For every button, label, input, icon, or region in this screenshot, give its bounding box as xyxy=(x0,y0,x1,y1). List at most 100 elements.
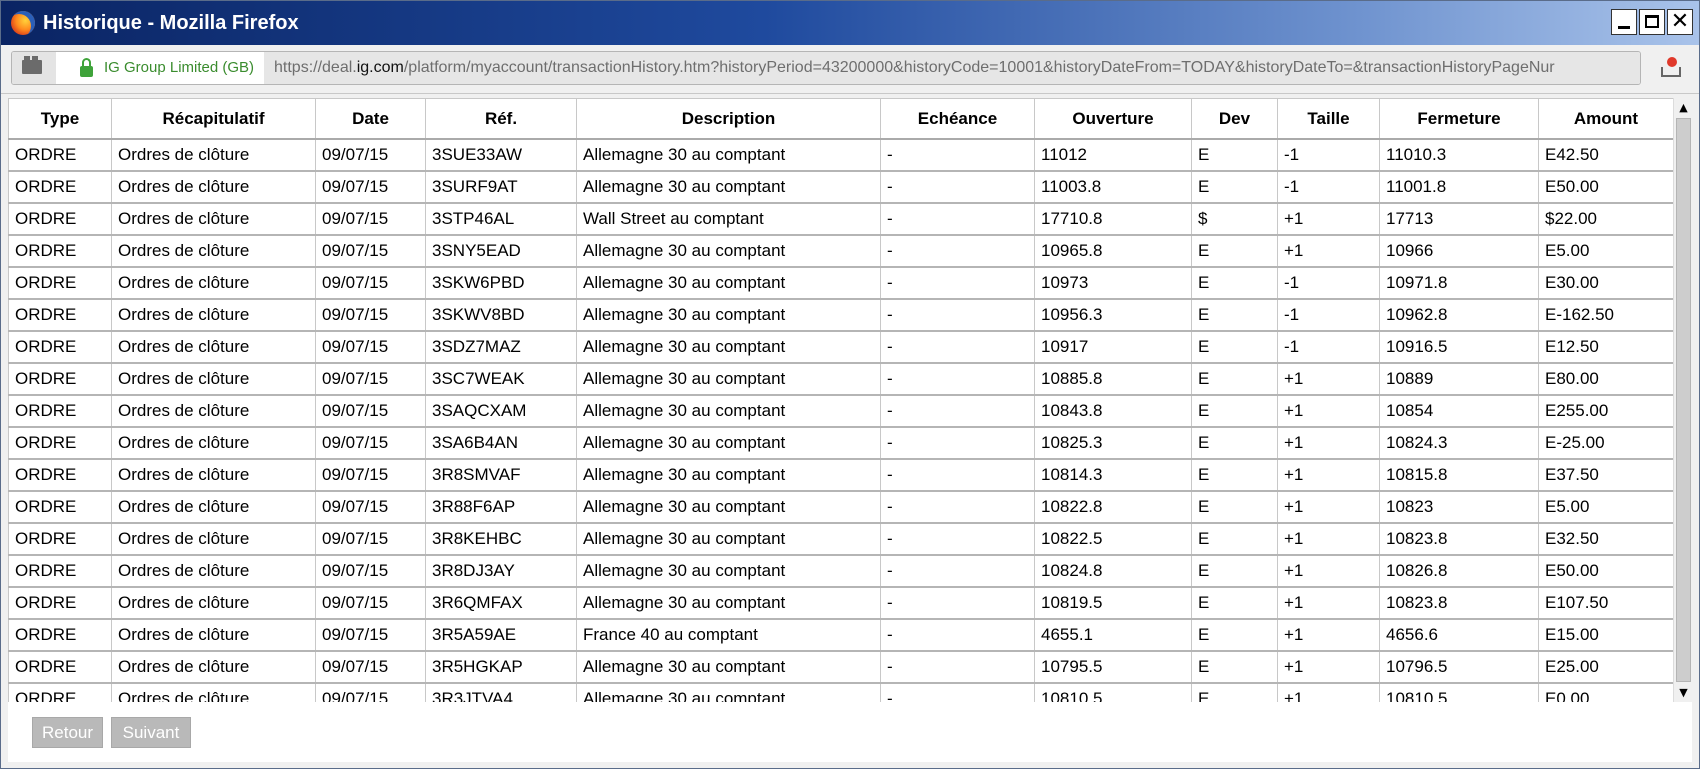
cell-dev: E xyxy=(1191,490,1278,524)
cell-date: 09/07/15 xyxy=(315,586,426,620)
cell-ref: 3R8KEHBC xyxy=(425,522,577,556)
cell-ref: 3SURF9AT xyxy=(425,170,577,204)
address-bar[interactable]: IG Group Limited (GB) https://deal.ig.co… xyxy=(11,51,1641,85)
cell-fermeture: 4656.6 xyxy=(1379,618,1539,652)
cell-fermeture: 10810.5 xyxy=(1379,682,1539,702)
cell-recapitulatif: Ordres de clôture xyxy=(111,394,316,428)
cell-type: ORDRE xyxy=(8,586,112,620)
tab-groups-button[interactable] xyxy=(12,52,57,84)
cell-echeance: - xyxy=(880,650,1035,684)
next-button[interactable]: Suivant xyxy=(111,717,191,748)
column-header-type[interactable]: Type xyxy=(8,98,112,140)
column-header-date[interactable]: Date xyxy=(315,98,426,140)
column-header-echeance[interactable]: Echéance xyxy=(880,98,1035,140)
column-header-ref[interactable]: Réf. xyxy=(425,98,577,140)
table-row[interactable]: ORDRE Ordres de clôture 09/07/15 3SC7WEAK Al… xyxy=(8,362,1673,396)
cell-taille: +1 xyxy=(1277,618,1380,652)
page-content: Type Récapitulatif Date Réf. Description… xyxy=(8,98,1693,762)
cell-description: Allemagne 30 au comptant xyxy=(576,458,881,492)
table-row[interactable]: ORDRE Ordres de clôture 09/07/15 3R8KEHBC Al… xyxy=(8,522,1673,556)
cell-fermeture: 10962.8 xyxy=(1379,298,1539,332)
scroll-up-icon[interactable]: ▲ xyxy=(1674,98,1693,117)
cell-description: France 40 au comptant xyxy=(576,618,881,652)
cell-description: Allemagne 30 au comptant xyxy=(576,170,881,204)
site-identity[interactable]: IG Group Limited (GB) xyxy=(56,52,265,84)
cell-recapitulatif: Ordres de clôture xyxy=(111,618,316,652)
minimize-icon xyxy=(1618,26,1630,29)
table-row[interactable]: ORDRE Ordres de clôture 09/07/15 3SAQCXAM Al… xyxy=(8,394,1673,428)
cell-date: 09/07/15 xyxy=(315,394,426,428)
cell-ref: 3R6QMFAX xyxy=(425,586,577,620)
column-header-ouverture[interactable]: Ouverture xyxy=(1034,98,1192,140)
toolbar-addon-button[interactable] xyxy=(1659,55,1685,81)
column-header-fermeture[interactable]: Fermeture xyxy=(1379,98,1539,140)
title-bar[interactable]: Historique - Mozilla Firefox ✕ xyxy=(1,1,1699,45)
cell-echeance: - xyxy=(880,586,1035,620)
cell-fermeture: 11010.3 xyxy=(1379,138,1539,172)
cell-amount: E5.00 xyxy=(1538,234,1673,268)
cell-dev: E xyxy=(1191,266,1278,300)
column-header-amount[interactable]: Amount xyxy=(1538,98,1673,140)
cell-ref: 3SKWV8BD xyxy=(425,298,577,332)
cell-date: 09/07/15 xyxy=(315,138,426,172)
table-row[interactable]: ORDRE Ordres de clôture 09/07/15 3R5HGKAP Al… xyxy=(8,650,1673,684)
cell-recapitulatif: Ordres de clôture xyxy=(111,554,316,588)
cell-amount: E0.00 xyxy=(1538,682,1673,702)
column-header-description[interactable]: Description xyxy=(576,98,881,140)
cell-ouverture: 10965.8 xyxy=(1034,234,1192,268)
cell-date: 09/07/15 xyxy=(315,234,426,268)
table-row[interactable]: ORDRE Ordres de clôture 09/07/15 3R5A59AE Fr… xyxy=(8,618,1673,652)
cell-description: Allemagne 30 au comptant xyxy=(576,650,881,684)
cell-description: Allemagne 30 au comptant xyxy=(576,586,881,620)
cell-echeance: - xyxy=(880,170,1035,204)
column-header-recapitulatif[interactable]: Récapitulatif xyxy=(111,98,316,140)
column-header-taille[interactable]: Taille xyxy=(1277,98,1380,140)
cell-ref: 3R5HGKAP xyxy=(425,650,577,684)
table-row[interactable]: ORDRE Ordres de clôture 09/07/15 3SUE33AW Al… xyxy=(8,138,1673,172)
table-row[interactable]: ORDRE Ordres de clôture 09/07/15 3SNY5EAD Al… xyxy=(8,234,1673,268)
table-row[interactable]: ORDRE Ordres de clôture 09/07/15 3SA6B4AN Al… xyxy=(8,426,1673,460)
back-button[interactable]: Retour xyxy=(32,717,103,748)
cell-ref: 3SA6B4AN xyxy=(425,426,577,460)
column-header-dev[interactable]: Dev xyxy=(1191,98,1278,140)
url-path: /platform/myaccount/transactionHistory.h… xyxy=(403,59,1555,76)
cell-taille: -1 xyxy=(1277,298,1380,332)
vertical-scrollbar[interactable]: ▲ ▼ xyxy=(1673,98,1693,702)
cell-description: Allemagne 30 au comptant xyxy=(576,138,881,172)
scroll-down-icon[interactable]: ▼ xyxy=(1674,683,1693,702)
browser-window: Historique - Mozilla Firefox ✕ IG Group … xyxy=(0,0,1700,769)
cell-type: ORDRE xyxy=(8,490,112,524)
cell-ouverture: 10825.3 xyxy=(1034,426,1192,460)
table-row[interactable]: ORDRE Ordres de clôture 09/07/15 3R88F6AP Al… xyxy=(8,490,1673,524)
cell-date: 09/07/15 xyxy=(315,266,426,300)
cell-amount: $22.00 xyxy=(1538,202,1673,236)
cell-description: Allemagne 30 au comptant xyxy=(576,490,881,524)
cell-taille: +1 xyxy=(1277,234,1380,268)
cell-type: ORDRE xyxy=(8,234,112,268)
table-row[interactable]: ORDRE Ordres de clôture 09/07/15 3R8DJ3AY Al… xyxy=(8,554,1673,588)
maximize-button[interactable] xyxy=(1639,9,1665,35)
cell-fermeture: 11001.8 xyxy=(1379,170,1539,204)
cell-echeance: - xyxy=(880,458,1035,492)
url-field[interactable]: https://deal.ig.com/platform/myaccount/t… xyxy=(264,52,1640,84)
cell-ouverture: 10973 xyxy=(1034,266,1192,300)
cell-type: ORDRE xyxy=(8,202,112,236)
table-row[interactable]: ORDRE Ordres de clôture 09/07/15 3SKW6PBD Al… xyxy=(8,266,1673,300)
table-row[interactable]: ORDRE Ordres de clôture 09/07/15 3STP46AL Wa… xyxy=(8,202,1673,236)
table-row[interactable]: ORDRE Ordres de clôture 09/07/15 3SDZ7MAZ Al… xyxy=(8,330,1673,364)
cell-echeance: - xyxy=(880,682,1035,702)
cell-echeance: - xyxy=(880,394,1035,428)
minimize-button[interactable] xyxy=(1611,9,1637,35)
table-row[interactable]: ORDRE Ordres de clôture 09/07/15 3R8SMVAF Al… xyxy=(8,458,1673,492)
cell-taille: -1 xyxy=(1277,330,1380,364)
table-row[interactable]: ORDRE Ordres de clôture 09/07/15 3SKWV8BD Al… xyxy=(8,298,1673,332)
close-button[interactable]: ✕ xyxy=(1667,9,1693,35)
table-row[interactable]: ORDRE Ordres de clôture 09/07/15 3SURF9AT Al… xyxy=(8,170,1673,204)
cell-fermeture: 10854 xyxy=(1379,394,1539,428)
scrollbar-thumb[interactable] xyxy=(1676,118,1691,682)
cell-taille: -1 xyxy=(1277,138,1380,172)
table-row[interactable]: ORDRE Ordres de clôture 09/07/15 3R3JTVA4 Al… xyxy=(8,682,1673,702)
cell-echeance: - xyxy=(880,298,1035,332)
table-row[interactable]: ORDRE Ordres de clôture 09/07/15 3R6QMFAX Al… xyxy=(8,586,1673,620)
cell-type: ORDRE xyxy=(8,426,112,460)
